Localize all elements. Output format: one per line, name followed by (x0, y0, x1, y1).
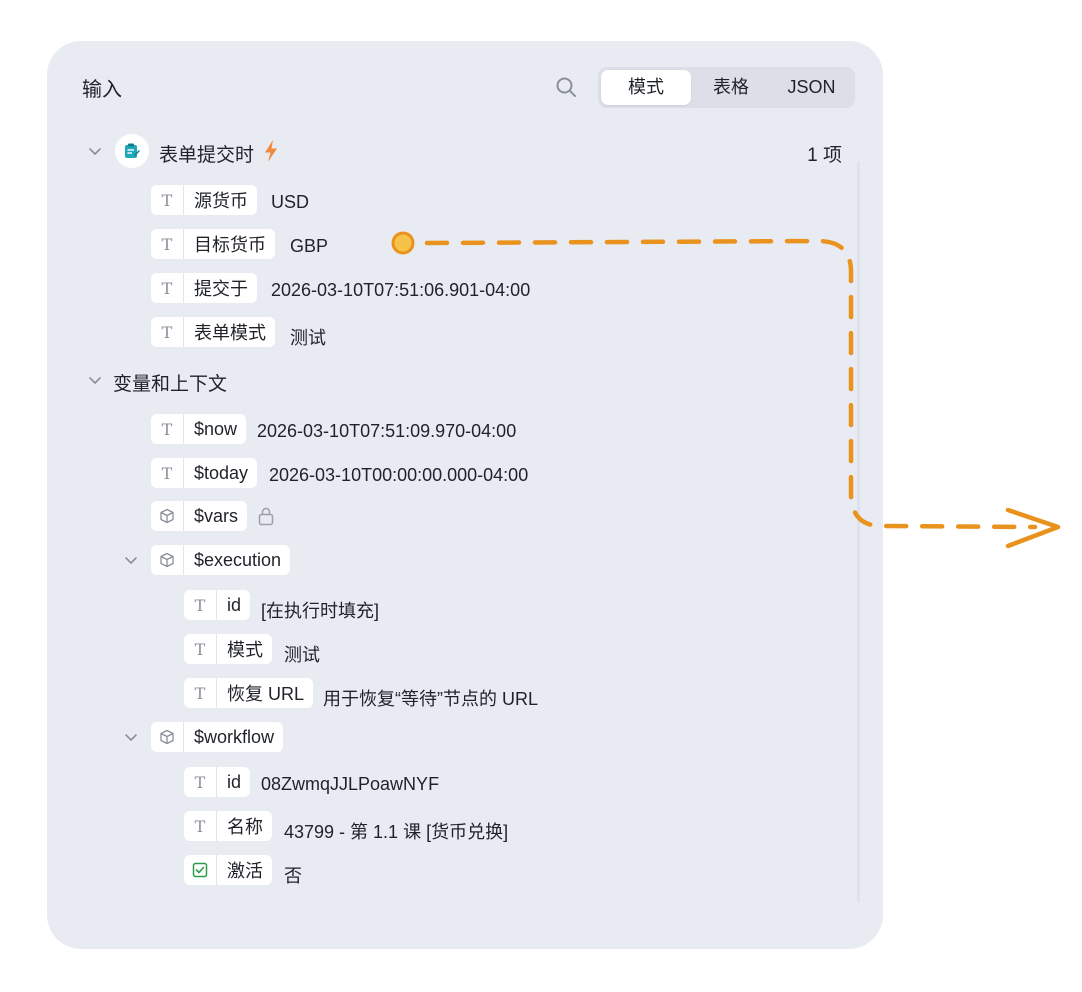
section-variables-context: 变量和上下文 (113, 374, 228, 395)
checkbox-icon (184, 855, 217, 885)
text-type-icon: T (151, 414, 184, 444)
field-pill[interactable]: T 提交于 (151, 273, 257, 303)
field-pill[interactable]: T id (184, 767, 251, 797)
field-pill[interactable]: 激活 (184, 855, 272, 885)
text-type-icon: T (184, 678, 217, 708)
text-type-icon: T (184, 634, 217, 664)
text-type-icon: T (151, 458, 184, 488)
field-key: 名称 (227, 817, 263, 837)
tab-json[interactable]: JSON (771, 70, 852, 105)
view-tabs: 模式 表格 JSON (598, 67, 855, 108)
field-pill[interactable]: $execution (151, 545, 291, 575)
chevron-down-icon[interactable] (124, 730, 138, 744)
text-type-icon: T (151, 273, 184, 303)
field-value: 2026-03-10T00:00:00.000-04:00 (269, 465, 529, 485)
field-key: id (227, 771, 242, 792)
field-key: id (227, 594, 242, 615)
text-type-icon: T (184, 590, 217, 620)
text-type-icon: T (184, 767, 217, 797)
field-value: 43799 - 第 1.1 课 [货币兑换] (284, 822, 509, 842)
field-value: 测试 (284, 645, 320, 665)
field-key: 目标货币 (194, 235, 266, 255)
lock-icon (258, 507, 274, 526)
form-trigger-icon (115, 134, 149, 168)
field-value: GBP (290, 236, 329, 256)
text-type-icon: T (151, 229, 184, 259)
field-key: 表单模式 (194, 323, 266, 343)
tab-table[interactable]: 表格 (693, 70, 769, 105)
field-pill[interactable]: T 表单模式 (151, 317, 275, 347)
field-pill[interactable]: T 模式 (184, 634, 272, 664)
field-key: $now (194, 418, 238, 439)
field-pill[interactable]: T $now (151, 414, 247, 444)
field-pill[interactable]: $vars (151, 501, 248, 531)
search-icon[interactable] (555, 76, 577, 98)
field-pill[interactable]: T 源货币 (151, 185, 257, 215)
field-key: $today (194, 462, 249, 483)
field-value: 用于恢复“等待”节点的 URL (323, 689, 538, 709)
field-pill[interactable]: T 名称 (184, 811, 272, 841)
field-key: 恢复 URL (227, 684, 305, 704)
chevron-down-icon[interactable] (88, 144, 102, 158)
field-value: 2026-03-10T07:51:09.970-04:00 (257, 421, 517, 441)
field-key: $workflow (194, 726, 275, 747)
field-pill[interactable]: T 恢复 URL (184, 678, 314, 708)
text-type-icon: T (151, 185, 184, 215)
field-pill[interactable]: T $today (151, 458, 258, 488)
field-value: [在执行时填充] (261, 601, 380, 621)
field-value: 08ZwmqJJLPoawNYF (261, 774, 440, 794)
field-pill[interactable]: T id (184, 590, 251, 620)
field-value: 2026-03-10T07:51:06.901-04:00 (271, 280, 531, 300)
chevron-down-icon[interactable] (124, 553, 138, 567)
field-pill[interactable]: $workflow (151, 722, 284, 752)
field-key: $execution (194, 549, 282, 570)
item-count: 1 项 (807, 145, 842, 166)
field-pill[interactable]: T 目标货币 (151, 229, 275, 259)
trigger-node-name: 表单提交时 (159, 145, 255, 166)
lightning-icon (265, 140, 277, 162)
cube-icon (151, 501, 184, 531)
field-key: 模式 (227, 640, 263, 660)
field-value: 否 (284, 866, 302, 886)
field-key: 激活 (227, 861, 263, 881)
field-key: 提交于 (194, 279, 248, 299)
panel-title: 输入 (82, 79, 122, 101)
chevron-down-icon[interactable] (88, 373, 102, 387)
field-key: 源货币 (194, 191, 248, 211)
field-value: USD (271, 192, 310, 212)
scrollbar[interactable] (857, 161, 860, 903)
text-type-icon: T (151, 317, 184, 347)
field-key: $vars (194, 505, 239, 526)
text-type-icon: T (184, 811, 217, 841)
field-value: 测试 (290, 328, 326, 348)
cube-icon (151, 722, 184, 752)
cube-icon (151, 545, 184, 575)
input-panel: 输入 模式 表格 JSON 表单提交时 1 项 T 源货币 USD T 目标货币… (47, 41, 883, 949)
tab-schema[interactable]: 模式 (601, 70, 691, 105)
